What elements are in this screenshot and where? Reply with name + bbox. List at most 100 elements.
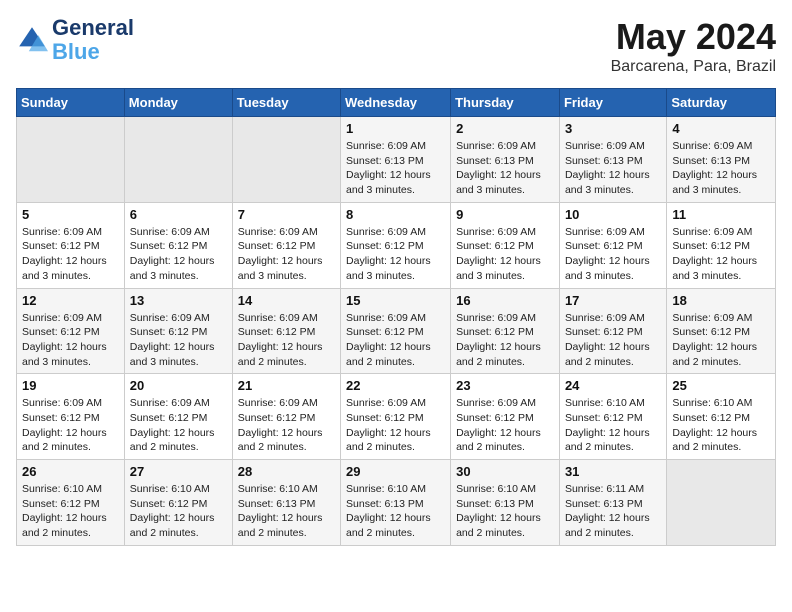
calendar-cell: 17 Sunrise: 6:09 AM Sunset: 6:12 PM Dayli… <box>559 288 666 374</box>
day-info: Sunrise: 6:09 AM Sunset: 6:12 PM Dayligh… <box>565 311 661 370</box>
day-info: Sunrise: 6:09 AM Sunset: 6:12 PM Dayligh… <box>238 225 335 284</box>
calendar-cell: 20 Sunrise: 6:09 AM Sunset: 6:12 PM Dayli… <box>124 374 232 460</box>
week-row-2: 5 Sunrise: 6:09 AM Sunset: 6:12 PM Daylig… <box>17 202 776 288</box>
weekday-header-friday: Friday <box>559 89 666 117</box>
day-number: 18 <box>672 293 770 308</box>
logo: GeneralBlue <box>16 16 134 64</box>
day-info: Sunrise: 6:10 AM Sunset: 6:12 PM Dayligh… <box>672 396 770 455</box>
calendar-cell <box>124 117 232 203</box>
weekday-header-tuesday: Tuesday <box>232 89 340 117</box>
day-info: Sunrise: 6:09 AM Sunset: 6:12 PM Dayligh… <box>346 225 445 284</box>
day-info: Sunrise: 6:09 AM Sunset: 6:12 PM Dayligh… <box>346 396 445 455</box>
weekday-header-thursday: Thursday <box>451 89 560 117</box>
calendar-cell <box>232 117 340 203</box>
day-info: Sunrise: 6:09 AM Sunset: 6:12 PM Dayligh… <box>672 225 770 284</box>
day-number: 19 <box>22 378 119 393</box>
day-number: 5 <box>22 207 119 222</box>
weekday-header-monday: Monday <box>124 89 232 117</box>
day-info: Sunrise: 6:10 AM Sunset: 6:13 PM Dayligh… <box>346 482 445 541</box>
day-info: Sunrise: 6:09 AM Sunset: 6:13 PM Dayligh… <box>346 139 445 198</box>
logo-text: GeneralBlue <box>52 16 134 64</box>
day-number: 26 <box>22 464 119 479</box>
day-info: Sunrise: 6:09 AM Sunset: 6:12 PM Dayligh… <box>565 225 661 284</box>
calendar-cell: 19 Sunrise: 6:09 AM Sunset: 6:12 PM Dayli… <box>17 374 125 460</box>
calendar-cell: 28 Sunrise: 6:10 AM Sunset: 6:13 PM Dayli… <box>232 460 340 546</box>
calendar-cell <box>17 117 125 203</box>
location: Barcarena, Para, Brazil <box>611 58 776 76</box>
title-block: May 2024 Barcarena, Para, Brazil <box>611 16 776 76</box>
calendar-cell: 8 Sunrise: 6:09 AM Sunset: 6:12 PM Daylig… <box>341 202 451 288</box>
logo-icon <box>16 24 48 56</box>
day-number: 31 <box>565 464 661 479</box>
calendar-cell: 11 Sunrise: 6:09 AM Sunset: 6:12 PM Dayli… <box>667 202 776 288</box>
day-info: Sunrise: 6:09 AM Sunset: 6:12 PM Dayligh… <box>130 311 227 370</box>
day-info: Sunrise: 6:10 AM Sunset: 6:13 PM Dayligh… <box>238 482 335 541</box>
day-number: 7 <box>238 207 335 222</box>
day-info: Sunrise: 6:09 AM Sunset: 6:12 PM Dayligh… <box>130 225 227 284</box>
calendar-cell: 24Sunrise: 6:10 AM Sunset: 6:12 PM Dayli… <box>559 374 666 460</box>
calendar-cell: 14 Sunrise: 6:09 AM Sunset: 6:12 PM Dayli… <box>232 288 340 374</box>
day-info: Sunrise: 6:09 AM Sunset: 6:12 PM Dayligh… <box>130 396 227 455</box>
weekday-header-sunday: Sunday <box>17 89 125 117</box>
day-number: 9 <box>456 207 554 222</box>
day-number: 12 <box>22 293 119 308</box>
week-row-4: 19 Sunrise: 6:09 AM Sunset: 6:12 PM Dayli… <box>17 374 776 460</box>
day-number: 14 <box>238 293 335 308</box>
day-number: 20 <box>130 378 227 393</box>
day-info: Sunrise: 6:09 AM Sunset: 6:12 PM Dayligh… <box>238 311 335 370</box>
day-info: Sunrise: 6:10 AM Sunset: 6:12 PM Dayligh… <box>22 482 119 541</box>
day-info: Sunrise: 6:11 AM Sunset: 6:13 PM Dayligh… <box>565 482 661 541</box>
day-number: 3 <box>565 121 661 136</box>
day-number: 17 <box>565 293 661 308</box>
week-row-1: 1 Sunrise: 6:09 AM Sunset: 6:13 PM Daylig… <box>17 117 776 203</box>
day-info: Sunrise: 6:09 AM Sunset: 6:12 PM Dayligh… <box>456 396 554 455</box>
calendar-cell: 13Sunrise: 6:09 AM Sunset: 6:12 PM Dayli… <box>124 288 232 374</box>
day-number: 25 <box>672 378 770 393</box>
day-number: 16 <box>456 293 554 308</box>
day-number: 22 <box>346 378 445 393</box>
weekday-header-row: SundayMondayTuesdayWednesdayThursdayFrid… <box>17 89 776 117</box>
day-info: Sunrise: 6:09 AM Sunset: 6:12 PM Dayligh… <box>456 311 554 370</box>
weekday-header-wednesday: Wednesday <box>341 89 451 117</box>
day-info: Sunrise: 6:09 AM Sunset: 6:13 PM Dayligh… <box>672 139 770 198</box>
calendar-body: 1 Sunrise: 6:09 AM Sunset: 6:13 PM Daylig… <box>17 117 776 546</box>
calendar-cell: 10 Sunrise: 6:09 AM Sunset: 6:12 PM Dayli… <box>559 202 666 288</box>
weekday-header-saturday: Saturday <box>667 89 776 117</box>
day-number: 8 <box>346 207 445 222</box>
calendar-cell: 5 Sunrise: 6:09 AM Sunset: 6:12 PM Daylig… <box>17 202 125 288</box>
calendar-cell: 1 Sunrise: 6:09 AM Sunset: 6:13 PM Daylig… <box>341 117 451 203</box>
day-info: Sunrise: 6:09 AM Sunset: 6:13 PM Dayligh… <box>565 139 661 198</box>
calendar-cell: 9Sunrise: 6:09 AM Sunset: 6:12 PM Daylig… <box>451 202 560 288</box>
day-number: 28 <box>238 464 335 479</box>
day-number: 21 <box>238 378 335 393</box>
calendar-cell: 27 Sunrise: 6:10 AM Sunset: 6:12 PM Dayli… <box>124 460 232 546</box>
calendar-cell: 6 Sunrise: 6:09 AM Sunset: 6:12 PM Daylig… <box>124 202 232 288</box>
calendar-cell: 4 Sunrise: 6:09 AM Sunset: 6:13 PM Daylig… <box>667 117 776 203</box>
day-info: Sunrise: 6:09 AM Sunset: 6:12 PM Dayligh… <box>22 396 119 455</box>
day-number: 29 <box>346 464 445 479</box>
day-number: 6 <box>130 207 227 222</box>
day-info: Sunrise: 6:09 AM Sunset: 6:12 PM Dayligh… <box>22 225 119 284</box>
calendar-cell: 21 Sunrise: 6:09 AM Sunset: 6:12 PM Dayli… <box>232 374 340 460</box>
calendar-cell: 3 Sunrise: 6:09 AM Sunset: 6:13 PM Daylig… <box>559 117 666 203</box>
day-number: 11 <box>672 207 770 222</box>
calendar-cell: 23 Sunrise: 6:09 AM Sunset: 6:12 PM Dayli… <box>451 374 560 460</box>
day-number: 23 <box>456 378 554 393</box>
day-number: 2 <box>456 121 554 136</box>
calendar-cell: 30Sunrise: 6:10 AM Sunset: 6:13 PM Dayli… <box>451 460 560 546</box>
calendar-cell: 18 Sunrise: 6:09 AM Sunset: 6:12 PM Dayli… <box>667 288 776 374</box>
day-number: 10 <box>565 207 661 222</box>
day-info: Sunrise: 6:10 AM Sunset: 6:12 PM Dayligh… <box>130 482 227 541</box>
calendar-cell: 7 Sunrise: 6:09 AM Sunset: 6:12 PM Daylig… <box>232 202 340 288</box>
calendar-cell: 31 Sunrise: 6:11 AM Sunset: 6:13 PM Dayli… <box>559 460 666 546</box>
day-info: Sunrise: 6:09 AM Sunset: 6:12 PM Dayligh… <box>672 311 770 370</box>
day-info: Sunrise: 6:09 AM Sunset: 6:12 PM Dayligh… <box>238 396 335 455</box>
day-info: Sunrise: 6:09 AM Sunset: 6:13 PM Dayligh… <box>456 139 554 198</box>
day-number: 15 <box>346 293 445 308</box>
calendar-cell: 22 Sunrise: 6:09 AM Sunset: 6:12 PM Dayli… <box>341 374 451 460</box>
day-number: 27 <box>130 464 227 479</box>
day-number: 30 <box>456 464 554 479</box>
day-number: 4 <box>672 121 770 136</box>
day-info: Sunrise: 6:09 AM Sunset: 6:12 PM Dayligh… <box>22 311 119 370</box>
day-number: 1 <box>346 121 445 136</box>
